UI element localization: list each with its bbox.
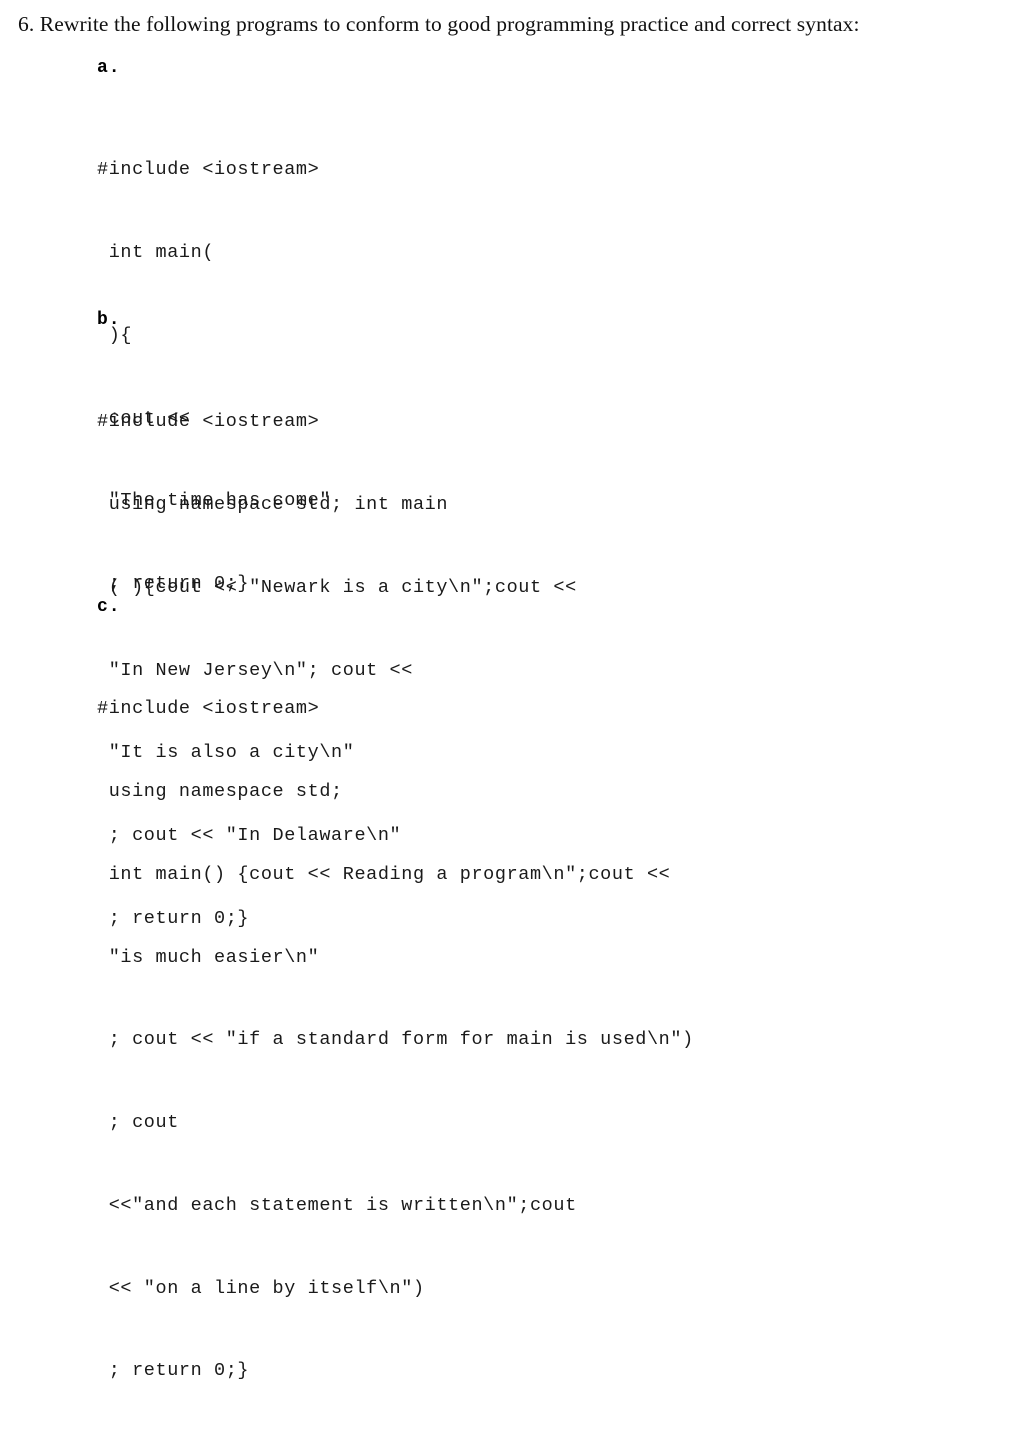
code-line: #include <iostream> [97,159,320,181]
part-label-b: b. [97,310,121,330]
code-line: << "on a line by itself\n") [97,1277,425,1299]
document-page: 6. Rewrite the following programs to con… [0,0,1024,1381]
code-line: int main( [97,241,215,263]
code-line: <<"and each statement is written\n";cout [97,1194,577,1216]
code-line: int main() {cout << Reading a program\n"… [97,863,671,885]
code-line: ; cout << "if a standard form for main i… [97,1029,694,1051]
code-line: #include <iostream> [97,411,320,433]
code-line: ; cout [97,1112,179,1134]
code-line: "is much easier\n" [97,946,320,968]
code-block-c: #include <iostream> using namespace std;… [97,640,694,1440]
code-line: #include <iostream> [97,698,320,720]
code-line: using namespace std; int main [97,493,449,515]
code-line: ; return 0;} [97,1360,250,1382]
exercise-part-c: c. #include <iostream> using namespace s… [97,596,694,1440]
part-label-c: c. [97,597,121,617]
code-line: using namespace std; [97,780,343,802]
part-label-a: a. [97,58,121,78]
page-title: 6. Rewrite the following programs to con… [18,12,860,36]
